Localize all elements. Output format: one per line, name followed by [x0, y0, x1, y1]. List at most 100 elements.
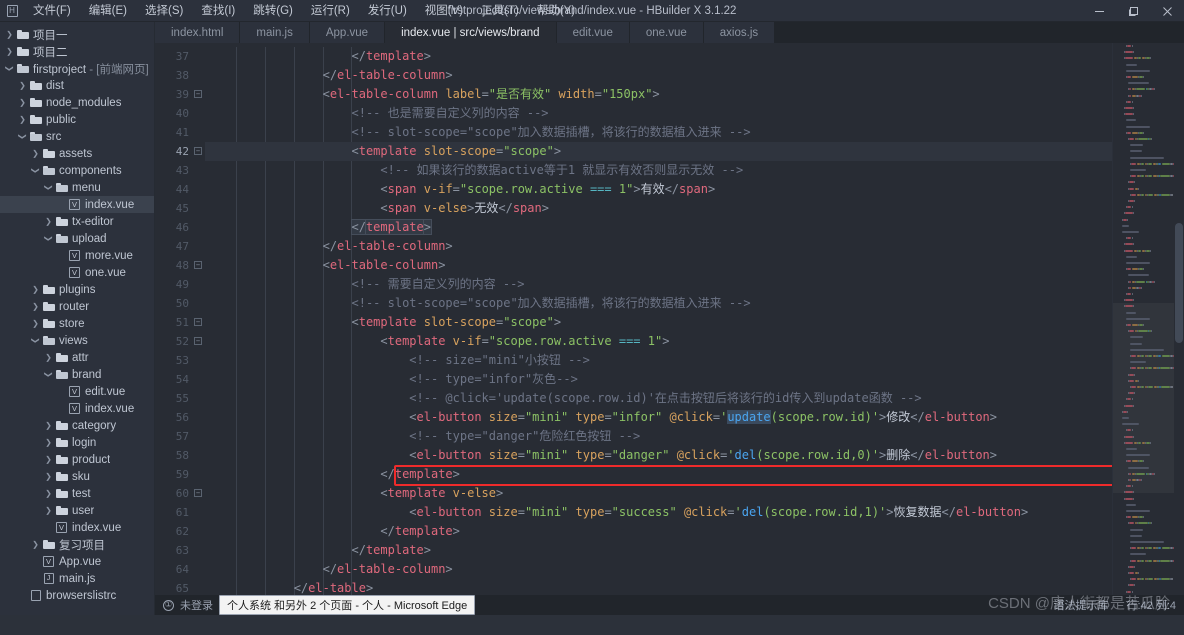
chevron-down-icon[interactable]: ❯: [1, 63, 18, 74]
menu-item-7[interactable]: 视图(V): [416, 1, 472, 21]
chevron-down-icon[interactable]: ❯: [40, 233, 57, 244]
code-line[interactable]: <!-- slot-scope="scope"加入数据插槽，将该行的数据植入进来…: [205, 123, 1112, 142]
tree-item-attr[interactable]: ❯ attr: [0, 349, 154, 366]
menu-item-9[interactable]: 帮助(Y): [528, 1, 584, 21]
fold-toggle-icon[interactable]: −: [194, 337, 202, 345]
tree-item-public[interactable]: ❯ public: [0, 111, 154, 128]
tree-item-edit-vue[interactable]: Vedit.vue: [0, 383, 154, 400]
chevron-down-icon[interactable]: ❯: [40, 182, 57, 193]
syntax-library-status[interactable]: 语法提示库: [1053, 597, 1108, 613]
tree-item-plugins[interactable]: ❯ plugins: [0, 281, 154, 298]
tree-item-browserslistrc[interactable]: browserslistrc: [0, 587, 154, 604]
code-line[interactable]: </template>: [205, 218, 1112, 237]
menu-item-6[interactable]: 发行(U): [359, 1, 416, 21]
code-line[interactable]: <el-button size="mini" type="success" @c…: [205, 503, 1112, 522]
code-line[interactable]: </template>: [205, 522, 1112, 541]
tree-item-index-vue[interactable]: Vindex.vue: [0, 400, 154, 417]
code-line[interactable]: <!-- 也是需要自定义列的内容 -->: [205, 104, 1112, 123]
fold-marker[interactable]: −: [193, 142, 205, 161]
fold-marker[interactable]: −: [193, 484, 205, 503]
editor-tab-6[interactable]: axios.js: [703, 22, 776, 43]
chevron-down-icon[interactable]: ❯: [27, 335, 44, 346]
tree-item-index-vue[interactable]: Vindex.vue: [0, 196, 154, 213]
chevron-right-icon[interactable]: ❯: [43, 417, 54, 434]
code-line[interactable]: </el-table-column>: [205, 66, 1112, 85]
code-line[interactable]: <template v-else>: [205, 484, 1112, 503]
code-line[interactable]: <template v-if="scope.row.active === 1">: [205, 332, 1112, 351]
code-line[interactable]: </el-table-column>: [205, 560, 1112, 579]
code-line[interactable]: </template>: [205, 541, 1112, 560]
chevron-right-icon[interactable]: ❯: [30, 315, 41, 332]
code-line[interactable]: <el-button size="mini" type="infor" @cli…: [205, 408, 1112, 427]
editor-tab-2[interactable]: App.vue: [309, 22, 386, 43]
tree-item-views[interactable]: ❯ views: [0, 332, 154, 349]
minimize-button[interactable]: [1082, 0, 1116, 22]
code-line[interactable]: </template>: [205, 465, 1112, 484]
tree-item-assets[interactable]: ❯ assets: [0, 145, 154, 162]
editor-tab-3[interactable]: index.vue | src/views/brand: [385, 22, 557, 43]
tree-item-test[interactable]: ❯ test: [0, 485, 154, 502]
tree-item-upload[interactable]: ❯ upload: [0, 230, 154, 247]
chevron-right-icon[interactable]: ❯: [43, 468, 54, 485]
editor-tab-1[interactable]: main.js: [240, 22, 310, 43]
menu-bar[interactable]: 文件(F) 编辑(E) 选择(S) 查找(I) 跳转(G) 运行(R) 发行(U) 视图(V)…: [24, 1, 584, 21]
chevron-right-icon[interactable]: ❯: [17, 94, 28, 111]
chevron-right-icon[interactable]: ❯: [30, 281, 41, 298]
tree-item-more-vue[interactable]: Vmore.vue: [0, 247, 154, 264]
tree-item----[interactable]: ❯ 项目一: [0, 26, 154, 43]
fold-toggle-icon[interactable]: −: [194, 147, 202, 155]
tree-item-brand[interactable]: ❯ brand: [0, 366, 154, 383]
code-line[interactable]: <!-- slot-scope="scope"加入数据插槽，将该行的数据植入进来…: [205, 294, 1112, 313]
code-line[interactable]: <!-- @click='update(scope.row.id)'在点击按钮后…: [205, 389, 1112, 408]
code-line[interactable]: </template>: [205, 47, 1112, 66]
chevron-right-icon[interactable]: ❯: [17, 111, 28, 128]
tree-item-dist[interactable]: ❯ dist: [0, 77, 154, 94]
tree-item-index-vue[interactable]: Vindex.vue: [0, 519, 154, 536]
tree-item-login[interactable]: ❯ login: [0, 434, 154, 451]
fold-toggle-icon[interactable]: −: [194, 90, 202, 98]
editor-tab-4[interactable]: edit.vue: [556, 22, 630, 43]
tree-item-sku[interactable]: ❯ sku: [0, 468, 154, 485]
tree-item----[interactable]: ❯ 项目二: [0, 43, 154, 60]
fold-toggle-icon[interactable]: −: [194, 318, 202, 326]
scrollbar-thumb[interactable]: [1175, 223, 1183, 343]
code-line[interactable]: </el-table>: [205, 579, 1112, 595]
chevron-right-icon[interactable]: ❯: [4, 26, 15, 43]
code-line[interactable]: </el-table-column>: [205, 237, 1112, 256]
chevron-right-icon[interactable]: ❯: [43, 485, 54, 502]
chevron-down-icon[interactable]: ❯: [27, 165, 44, 176]
tree-item-src[interactable]: ❯ src: [0, 128, 154, 145]
code-line[interactable]: <el-table-column label="是否有效" width="150…: [205, 85, 1112, 104]
tree-item-app-vue[interactable]: V App.vue: [0, 553, 154, 570]
cursor-position-status[interactable]: 行:42 列:4: [1126, 597, 1176, 613]
chevron-right-icon[interactable]: ❯: [4, 43, 15, 60]
code-line[interactable]: <el-button size="mini" type="danger" @cl…: [205, 446, 1112, 465]
close-button[interactable]: [1150, 0, 1184, 22]
menu-item-1[interactable]: 编辑(E): [80, 1, 136, 21]
code-line[interactable]: <!-- size="mini"小按钮 -->: [205, 351, 1112, 370]
tree-item-store[interactable]: ❯ store: [0, 315, 154, 332]
chevron-right-icon[interactable]: ❯: [43, 434, 54, 451]
tree-item-user[interactable]: ❯ user: [0, 502, 154, 519]
tree-item-menu[interactable]: ❯ menu: [0, 179, 154, 196]
taskbar-window-item[interactable]: 个人系统 和另外 2 个页面 - 个人 - Microsoft Edge: [219, 595, 476, 615]
code-line[interactable]: <span v-else>无效</span>: [205, 199, 1112, 218]
editor-tab-5[interactable]: one.vue: [629, 22, 704, 43]
fold-marker[interactable]: −: [193, 85, 205, 104]
project-explorer[interactable]: ❯ 项目一 ❯ 项目二 ❯ firstproject - [前端网页] ❯ dist ❯ node…: [0, 22, 155, 615]
menu-item-3[interactable]: 查找(I): [192, 1, 244, 21]
code-line[interactable]: <template slot-scope="scope">: [205, 313, 1112, 332]
code-lines[interactable]: </template> </el-table-column> <el-table…: [205, 43, 1112, 595]
fold-toggle-icon[interactable]: −: [194, 261, 202, 269]
fold-marker[interactable]: −: [193, 256, 205, 275]
tree-item-----[interactable]: ❯ 复习项目: [0, 536, 154, 553]
chevron-right-icon[interactable]: ❯: [43, 349, 54, 366]
fold-column[interactable]: − − − − − −: [193, 43, 205, 595]
chevron-down-icon[interactable]: ❯: [14, 131, 31, 142]
chevron-right-icon[interactable]: ❯: [17, 77, 28, 94]
editor-tab-0[interactable]: index.html: [155, 22, 241, 43]
menu-item-2[interactable]: 选择(S): [136, 1, 192, 21]
fold-marker[interactable]: −: [193, 332, 205, 351]
chevron-down-icon[interactable]: ❯: [40, 369, 57, 380]
login-status[interactable]: 未登录: [180, 597, 213, 613]
